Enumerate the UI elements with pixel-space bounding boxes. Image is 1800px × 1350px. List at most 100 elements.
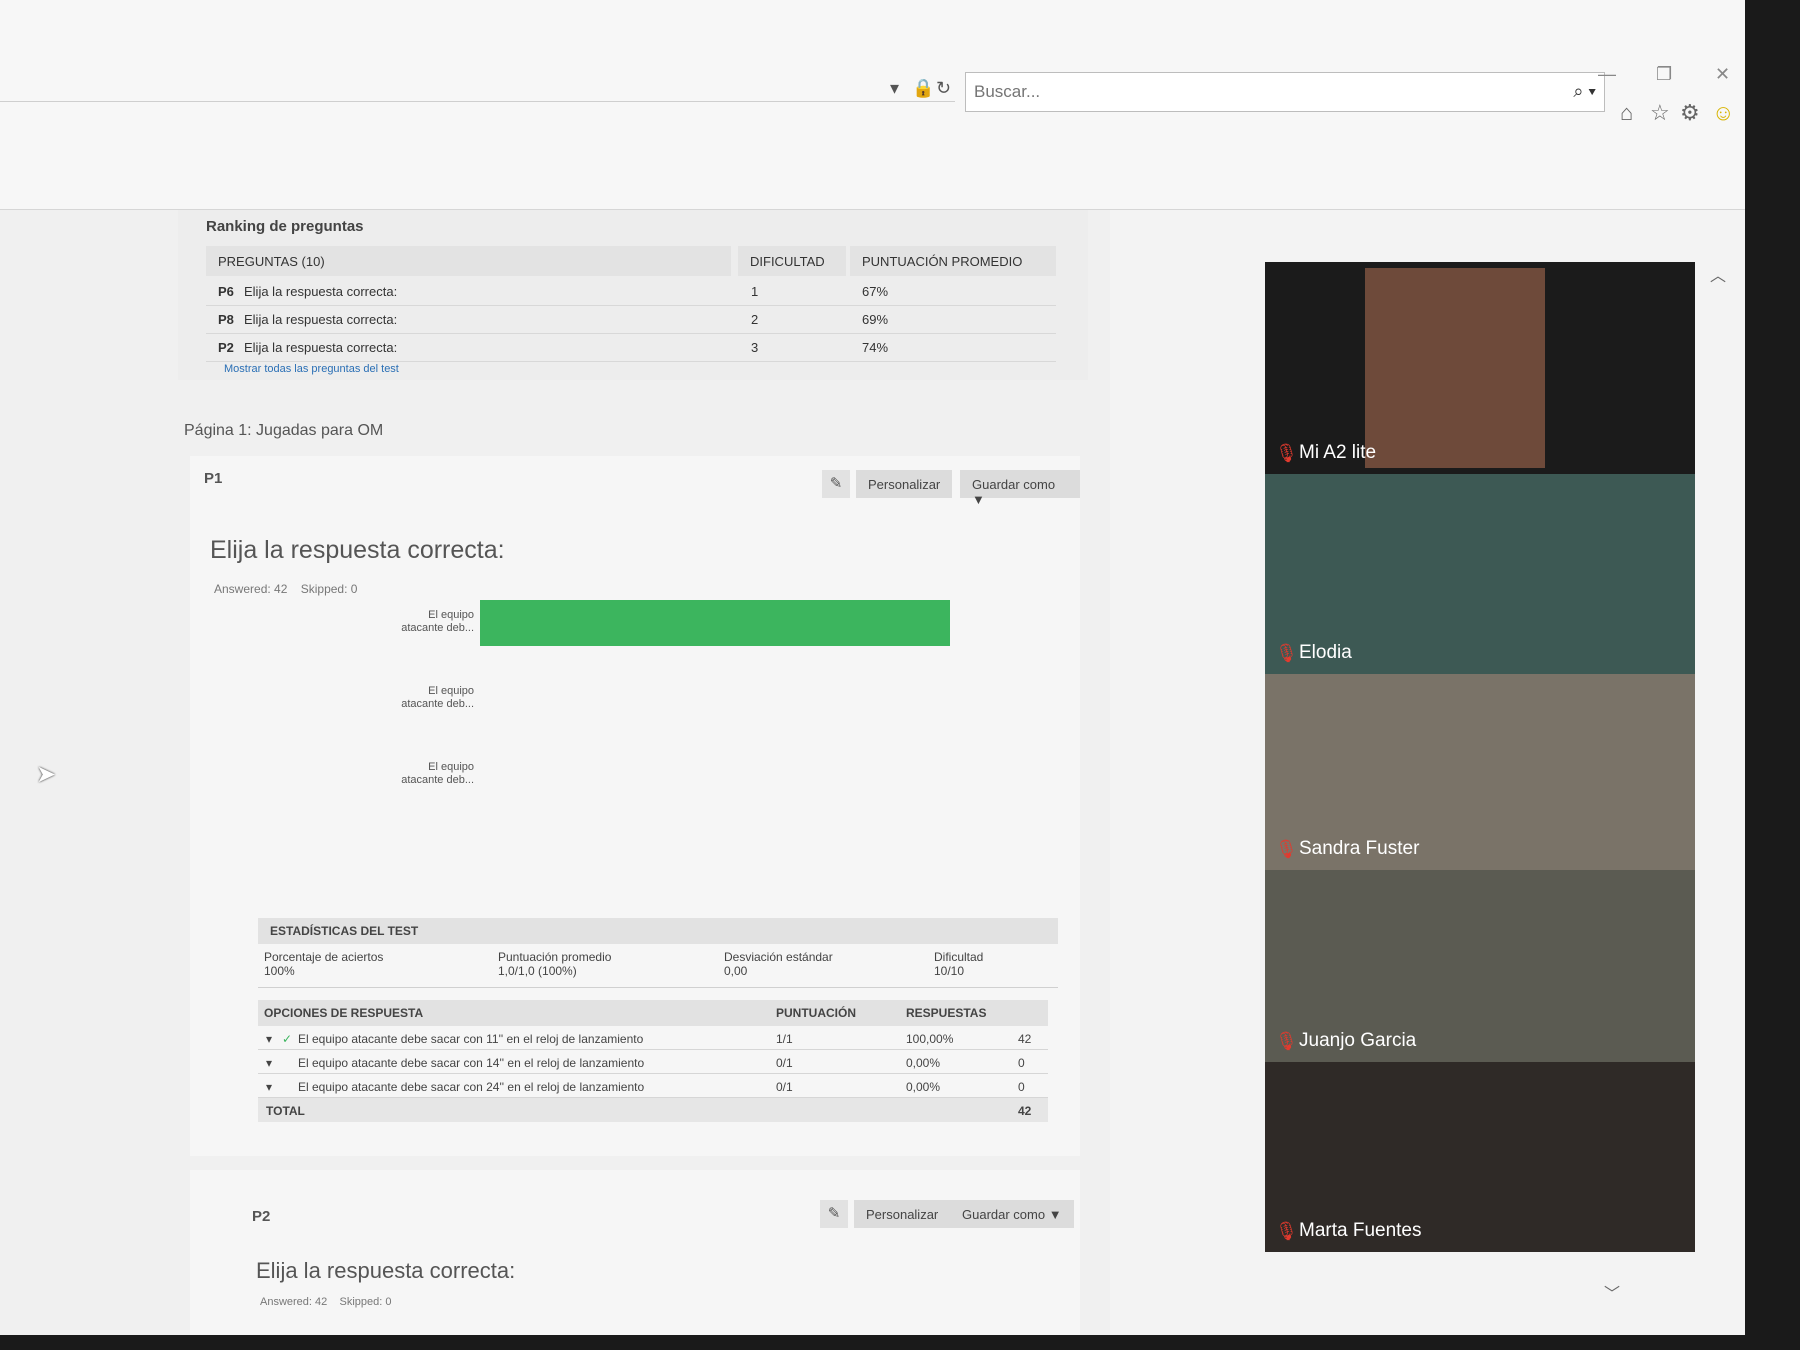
customize-button[interactable]: Personalizar [854, 1200, 951, 1228]
option-percent: 0,00% [906, 1080, 941, 1094]
column-score[interactable]: PUNTUACIÓN [776, 1006, 856, 1020]
total-label: TOTAL [266, 1104, 305, 1118]
category-label: atacante deb... [401, 698, 474, 710]
option-count: 0 [1018, 1080, 1025, 1094]
answered-count: Answered: 42 [260, 1296, 328, 1308]
option-percent: 0,00% [906, 1056, 941, 1070]
address-bar[interactable] [0, 70, 955, 102]
refresh-icon[interactable]: ↻ [936, 78, 951, 99]
options-header: OPCIONES DE RESPUESTA PUNTUACIÓN RESPUES… [258, 1000, 1048, 1026]
expand-icon[interactable]: ▾ [266, 1080, 272, 1094]
check-icon: ✓ [282, 1032, 293, 1046]
test-stats-grid: Porcentaje de aciertos 100% Puntuación pr… [258, 944, 1058, 988]
question-text: Elija la respuesta correcta: [244, 340, 398, 355]
question-id: P1 [204, 470, 223, 487]
total-count: 42 [1018, 1104, 1032, 1118]
stat-value: 1,0/1,0 (100%) [498, 964, 577, 978]
save-as-button[interactable]: Guardar como ▼ [960, 470, 1080, 507]
search-icon[interactable]: ⌕ ▾ [1573, 81, 1596, 102]
stat-value: 0,00 [724, 964, 748, 978]
browser-chrome: ▾ 🔒 ↻ ⌕ ▾ — ❐ ✕ ⌂ ☆ ⚙ ☺ [0, 0, 1745, 210]
category-label: El equipo [428, 761, 474, 773]
column-options[interactable]: OPCIONES DE RESPUESTA [264, 1006, 423, 1020]
column-responses[interactable]: RESPUESTAS [906, 1006, 986, 1020]
video-call-panel: 🎙 Mi A2 lite 🎙 Elodia 🎙 Sandra Fuster 🎙 … [1265, 262, 1695, 1252]
ranking-row[interactable]: P2 Elija la respuesta correcta: 3 74% [206, 334, 1056, 362]
participant-tile[interactable]: 🎙 Mi A2 lite [1265, 262, 1695, 474]
lock-icon: 🔒 [912, 78, 935, 98]
page-title: Página 1: Jugadas para OM [184, 422, 384, 439]
dropdown-icon[interactable]: ▾ [890, 78, 899, 99]
category-label: El equipo [428, 609, 474, 621]
ranking-title: Ranking de preguntas [206, 218, 364, 235]
save-as-button[interactable]: Guardar como ▼ [950, 1200, 1074, 1228]
option-row[interactable]: ▾ ✓ El equipo atacante debe sacar con 11… [258, 1026, 1048, 1050]
stat-label: Desviación estándar [724, 950, 833, 964]
chevron-up-icon[interactable]: ︿ [1710, 262, 1726, 286]
ranking-row[interactable]: P8 Elija la respuesta correcta: 2 69% [206, 306, 1056, 334]
smiley-icon[interactable]: ☺ [1712, 100, 1734, 126]
option-row[interactable]: ▾ El equipo atacante debe sacar con 14''… [258, 1050, 1048, 1074]
mic-muted-icon: 🎙 [1275, 1031, 1298, 1051]
participant-tile[interactable]: 🎙 Sandra Fuster [1265, 674, 1695, 870]
option-count: 0 [1018, 1056, 1025, 1070]
option-text: El equipo atacante debe sacar con 11'' e… [298, 1032, 644, 1046]
column-difficulty[interactable]: DIFICULTAD [738, 246, 846, 276]
restore-icon[interactable]: ❐ [1656, 64, 1672, 85]
test-statistics: ESTADÍSTICAS DEL TEST Porcentaje de acie… [258, 918, 1058, 988]
stat-label: Dificultad [934, 950, 984, 964]
mic-muted-icon: 🎙 [1275, 1221, 1298, 1241]
average-score: 67% [862, 284, 889, 299]
column-questions[interactable]: PREGUNTAS (10) [206, 246, 731, 276]
option-score: 0/1 [776, 1080, 793, 1094]
search-input[interactable] [974, 79, 1494, 105]
difficulty: 3 [751, 340, 759, 355]
survey-results: Ranking de preguntas PREGUNTAS (10) DIFI… [0, 210, 1110, 1335]
pin-icon[interactable]: ✎ [820, 1200, 848, 1228]
participant-name: Elodia [1299, 642, 1352, 663]
participant-tile[interactable]: 🎙 Juanjo Garcia [1265, 870, 1695, 1062]
mic-muted-icon: 🎙 [1275, 643, 1298, 663]
participant-tile[interactable]: 🎙 Marta Fuentes [1265, 1062, 1695, 1252]
option-count: 42 [1018, 1032, 1032, 1046]
close-icon[interactable]: ✕ [1715, 64, 1730, 85]
options-total: TOTAL 42 [258, 1098, 1048, 1122]
mic-muted-icon: 🎙 [1275, 443, 1298, 463]
screen: ▾ 🔒 ↻ ⌕ ▾ — ❐ ✕ ⌂ ☆ ⚙ ☺ Ranking de pregu… [0, 0, 1745, 1335]
option-text: El equipo atacante debe sacar con 24'' e… [298, 1080, 645, 1094]
question-title: Elija la respuesta correcta: [256, 1258, 516, 1283]
mic-muted-icon: 🎙 [1275, 839, 1298, 859]
home-icon[interactable]: ⌂ [1620, 100, 1633, 126]
stat-label: Puntuación promedio [498, 950, 612, 964]
response-chart: El equipoatacante deb...El equipoatacant… [401, 600, 950, 786]
question-title: Elija la respuesta correcta: [210, 536, 505, 564]
test-stats-title: ESTADÍSTICAS DEL TEST [258, 918, 1058, 944]
ranking-row[interactable]: P6 Elija la respuesta correcta: 1 67% [206, 278, 1056, 306]
participant-tile[interactable]: 🎙 Elodia [1265, 474, 1695, 674]
star-icon[interactable]: ☆ [1650, 100, 1670, 126]
chevron-down-icon[interactable]: ﹀ [1604, 1280, 1620, 1304]
category-label: El equipo [428, 685, 474, 697]
participant-name: Juanjo Garcia [1299, 1030, 1417, 1051]
show-all-questions-link[interactable]: Mostrar todas las preguntas del test [224, 363, 399, 375]
column-average-score[interactable]: PUNTUACIÓN PROMEDIO [850, 246, 1056, 276]
option-row[interactable]: ▾ El equipo atacante debe sacar con 24''… [258, 1074, 1048, 1098]
stat-value: 100% [264, 964, 295, 978]
chart-bar [480, 600, 950, 646]
participant-video [1365, 268, 1545, 468]
search-box[interactable]: ⌕ ▾ [965, 72, 1605, 112]
stat-label: Porcentaje de aciertos [264, 950, 384, 964]
mouse-cursor-icon: ➤ [36, 761, 57, 788]
gear-icon[interactable]: ⚙ [1680, 100, 1700, 126]
customize-button[interactable]: Personalizar [856, 470, 953, 498]
question-card-p2: P2 ✎ Personalizar Guardar como ▼ Elija l… [190, 1170, 1080, 1335]
minimize-icon[interactable]: — [1598, 64, 1616, 85]
answer-stats: Answered: 42 Skipped: 0 [260, 1296, 391, 1308]
expand-icon[interactable]: ▾ [266, 1056, 272, 1070]
pin-icon[interactable]: ✎ [822, 470, 850, 498]
expand-icon[interactable]: ▾ [266, 1032, 272, 1046]
question-id: P8 [218, 312, 234, 327]
difficulty: 1 [751, 284, 759, 299]
stat-value: 10/10 [934, 964, 965, 978]
category-label: atacante deb... [401, 622, 474, 634]
